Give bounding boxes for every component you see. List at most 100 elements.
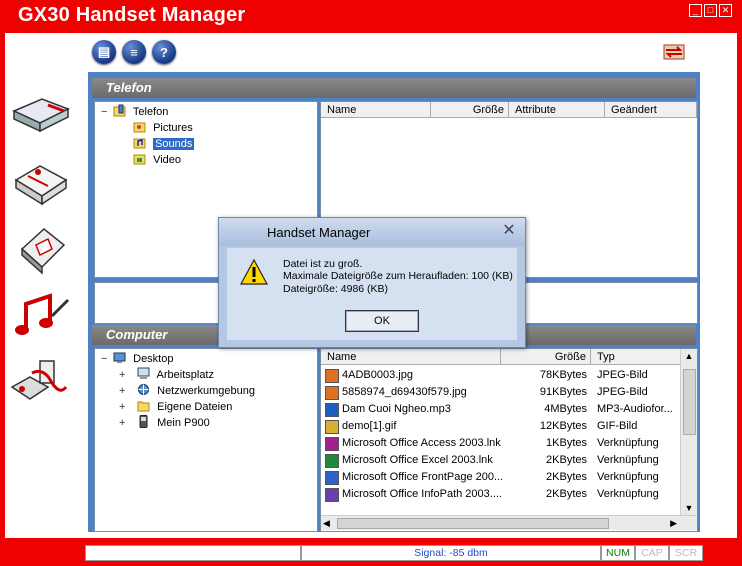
scroll-down-icon[interactable]: ▼ bbox=[681, 501, 697, 515]
tree-node-mein-p900[interactable]: + Mein P900 bbox=[119, 415, 210, 431]
phonebook-icon[interactable] bbox=[8, 85, 72, 143]
help-icon[interactable]: ? bbox=[152, 40, 176, 64]
file-row[interactable]: Microsoft Office Excel 2003.lnk 2KBytes Ve… bbox=[321, 452, 681, 469]
file-size: 2KBytes bbox=[546, 488, 587, 500]
computer-icon bbox=[137, 367, 150, 379]
tree-node-sounds[interactable]: Sounds bbox=[133, 136, 195, 152]
num-lock-indicator: NUM bbox=[601, 545, 635, 561]
file-type-icon bbox=[325, 420, 339, 434]
music-icon[interactable] bbox=[8, 286, 72, 344]
tree-node-video[interactable]: Video bbox=[133, 152, 181, 168]
file-name: demo[1].gif bbox=[342, 420, 397, 432]
sync-icon[interactable] bbox=[660, 40, 688, 64]
scroll-up-icon[interactable]: ▲ bbox=[681, 349, 697, 363]
file-row[interactable]: Microsoft Office FrontPage 200... 2KBytes… bbox=[321, 469, 681, 486]
column-header-name[interactable]: Name bbox=[321, 102, 431, 118]
scroll-thumb-horizontal[interactable] bbox=[337, 518, 609, 529]
file-row[interactable]: Dam Cuoi Ngheo.mp3 4MBytes MP3-Audiofor... bbox=[321, 401, 681, 418]
column-header-attribute[interactable]: Attribute bbox=[509, 102, 605, 118]
scroll-left-icon[interactable]: ◀ bbox=[323, 516, 330, 530]
tree-node-telefon[interactable]: − Telefon bbox=[101, 104, 168, 120]
file-type-icon bbox=[325, 386, 339, 400]
tree-node-desktop[interactable]: − Desktop bbox=[101, 351, 173, 367]
horizontal-scrollbar[interactable]: ◀ ▶ bbox=[321, 515, 697, 530]
close-button[interactable]: ✕ bbox=[719, 4, 732, 17]
file-type-icon bbox=[325, 369, 339, 383]
column-header-modified[interactable]: Geändert bbox=[605, 102, 697, 118]
section-header-telefon: Telefon bbox=[92, 78, 696, 98]
file-type: JPEG-Bild bbox=[597, 369, 648, 381]
tree-label: Telefon bbox=[132, 106, 169, 118]
tree-label-selected: Sounds bbox=[153, 138, 195, 150]
tree-node-network[interactable]: + Netzwerkumgebung bbox=[119, 383, 255, 399]
scroll-thumb[interactable] bbox=[683, 369, 696, 435]
file-row[interactable]: 4ADB0003.jpg 78KBytes JPEG-Bild bbox=[321, 367, 681, 384]
title-bar: GX30 Handset Manager _ □ ✕ bbox=[0, 0, 742, 33]
list-icon[interactable]: ≡ bbox=[122, 40, 146, 64]
file-name: Microsoft Office InfoPath 2003.... bbox=[342, 488, 502, 500]
tree-label: Eigene Dateien bbox=[157, 401, 233, 413]
status-message-field bbox=[85, 545, 301, 561]
file-name: 4ADB0003.jpg bbox=[342, 369, 413, 381]
organizer-icon[interactable] bbox=[8, 219, 72, 277]
file-type-icon bbox=[325, 437, 339, 451]
phone-folder-icon bbox=[113, 104, 126, 117]
toolbar: ▤ ≡ ? bbox=[92, 40, 176, 64]
column-header-type[interactable]: Typ bbox=[591, 349, 681, 365]
file-size: 91KBytes bbox=[539, 386, 587, 398]
computer-tree[interactable]: − Desktop + Arbeitsplatz + Netzwerkumgeb… bbox=[94, 348, 318, 532]
file-size: 4MBytes bbox=[544, 403, 587, 415]
tree-expander[interactable]: + bbox=[119, 415, 128, 431]
file-type-icon bbox=[325, 471, 339, 485]
phone-icon bbox=[139, 415, 148, 428]
tree-expander[interactable]: + bbox=[119, 383, 128, 399]
file-name: Microsoft Office Excel 2003.lnk bbox=[342, 454, 493, 466]
tree-expander[interactable]: − bbox=[101, 104, 110, 120]
desktop-icon bbox=[113, 352, 126, 363]
file-size: 12KBytes bbox=[539, 420, 587, 432]
file-size: 2KBytes bbox=[546, 454, 587, 466]
file-name: 5858974_d69430f579.jpg bbox=[342, 386, 467, 398]
tree-node-documents[interactable]: + Eigene Dateien bbox=[119, 399, 232, 415]
file-size: 1KBytes bbox=[546, 437, 587, 449]
left-frame bbox=[0, 33, 5, 538]
file-name: Microsoft Office Access 2003.lnk bbox=[342, 437, 501, 449]
pictures-folder-icon bbox=[133, 122, 146, 133]
file-row[interactable]: 5858974_d69430f579.jpg 91KBytes JPEG-Bild bbox=[321, 384, 681, 401]
messages-icon[interactable] bbox=[8, 152, 72, 210]
computer-file-list[interactable]: Name Größe Typ 4ADB0003.jpg 78KBytes JPEG-… bbox=[320, 348, 698, 532]
column-header-name[interactable]: Name bbox=[321, 349, 501, 365]
dialog-title: Handset Manager bbox=[267, 225, 371, 240]
scroll-right-icon[interactable]: ▶ bbox=[670, 516, 677, 530]
dialog-message-line: Datei ist zu groß. bbox=[283, 258, 363, 270]
maximize-button[interactable]: □ bbox=[704, 4, 717, 17]
error-dialog: Handset Manager ✕ Datei ist zu groß. Max… bbox=[218, 217, 526, 348]
connect-icon[interactable] bbox=[8, 353, 72, 411]
warning-icon bbox=[239, 258, 269, 285]
document-icon[interactable]: ▤ bbox=[92, 40, 116, 64]
minimize-button[interactable]: _ bbox=[689, 4, 702, 17]
tree-expander[interactable]: − bbox=[101, 351, 110, 367]
tree-node-arbeitsplatz[interactable]: + Arbeitsplatz bbox=[119, 367, 214, 383]
dialog-close-button[interactable]: ✕ bbox=[501, 223, 517, 239]
tree-expander[interactable]: + bbox=[119, 399, 128, 415]
file-type: Verknüpfung bbox=[597, 471, 659, 483]
tree-label: Mein P900 bbox=[157, 417, 210, 429]
file-type-icon bbox=[325, 403, 339, 417]
file-type: GIF-Bild bbox=[597, 420, 638, 432]
column-header-size[interactable]: Größe bbox=[501, 349, 591, 365]
tree-node-pictures[interactable]: Pictures bbox=[133, 120, 193, 136]
vertical-scrollbar[interactable]: ▲ ▼ bbox=[680, 349, 697, 515]
sounds-folder-icon bbox=[133, 138, 146, 149]
tree-expander[interactable]: + bbox=[119, 367, 128, 383]
file-type-icon bbox=[325, 488, 339, 502]
ok-button[interactable]: OK bbox=[345, 310, 419, 332]
file-row[interactable]: Microsoft Office InfoPath 2003.... 2KByte… bbox=[321, 486, 681, 503]
app-title: GX30 Handset Manager bbox=[18, 4, 246, 26]
file-row[interactable]: demo[1].gif 12KBytes GIF-Bild bbox=[321, 418, 681, 435]
signal-status: Signal: -85 dbm bbox=[301, 545, 601, 561]
column-header-size[interactable]: Größe bbox=[431, 102, 509, 118]
file-row[interactable]: Microsoft Office Access 2003.lnk 1KBytes V… bbox=[321, 435, 681, 452]
file-type: JPEG-Bild bbox=[597, 386, 648, 398]
tree-label: Netzwerkumgebung bbox=[157, 385, 255, 397]
